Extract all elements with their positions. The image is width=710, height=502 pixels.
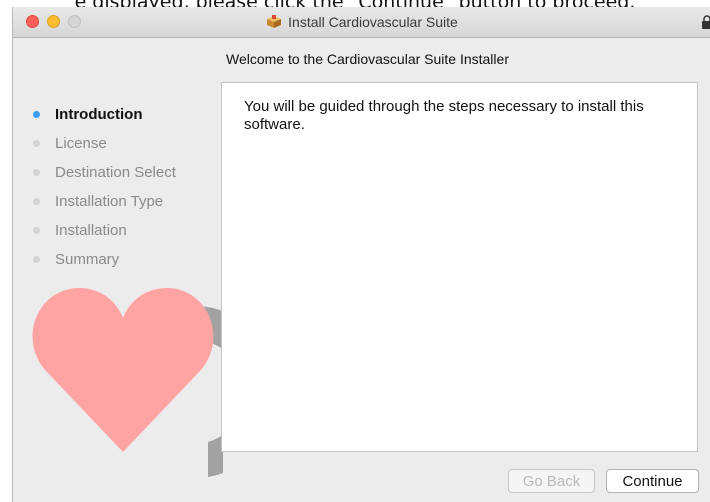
- introduction-text: You will be guided through the steps nec…: [244, 98, 644, 133]
- step-indicator-dot: [33, 111, 40, 118]
- step-indicator-dot: [33, 256, 40, 263]
- content-panel: You will be guided through the steps nec…: [221, 82, 698, 452]
- installer-subtitle: Welcome to the Cardiovascular Suite Inst…: [226, 51, 509, 67]
- window-title: Install Cardiovascular Suite: [288, 14, 458, 30]
- installer-window: Install Cardiovascular Suite Welcome to …: [12, 7, 710, 502]
- title-bar: Install Cardiovascular Suite: [13, 7, 710, 38]
- step-label: Installation Type: [55, 193, 164, 210]
- step-indicator-dot: [33, 169, 40, 176]
- step-label: License: [55, 135, 107, 152]
- lock-icon: [702, 15, 710, 29]
- window-title-group: Install Cardiovascular Suite: [13, 7, 710, 37]
- go-back-button[interactable]: Go Back: [508, 469, 595, 493]
- step-indicator-dot: [33, 227, 40, 234]
- continue-button[interactable]: Continue: [606, 469, 699, 493]
- step-installation: Installation: [33, 216, 176, 245]
- step-installation-type: Installation Type: [33, 187, 176, 216]
- step-indicator-dot: [33, 140, 40, 147]
- step-summary: Summary: [33, 245, 176, 274]
- step-label: Destination Select: [55, 164, 176, 181]
- step-license: License: [33, 129, 176, 158]
- step-introduction: Introduction: [33, 100, 176, 129]
- installer-steps: Introduction License Destination Select …: [33, 100, 176, 274]
- step-indicator-dot: [33, 198, 40, 205]
- step-label: Introduction: [55, 106, 143, 123]
- step-destination-select: Destination Select: [33, 158, 176, 187]
- package-icon: [267, 15, 282, 28]
- step-label: Summary: [55, 251, 120, 268]
- step-label: Installation: [55, 222, 127, 239]
- heart-logo: [32, 287, 223, 477]
